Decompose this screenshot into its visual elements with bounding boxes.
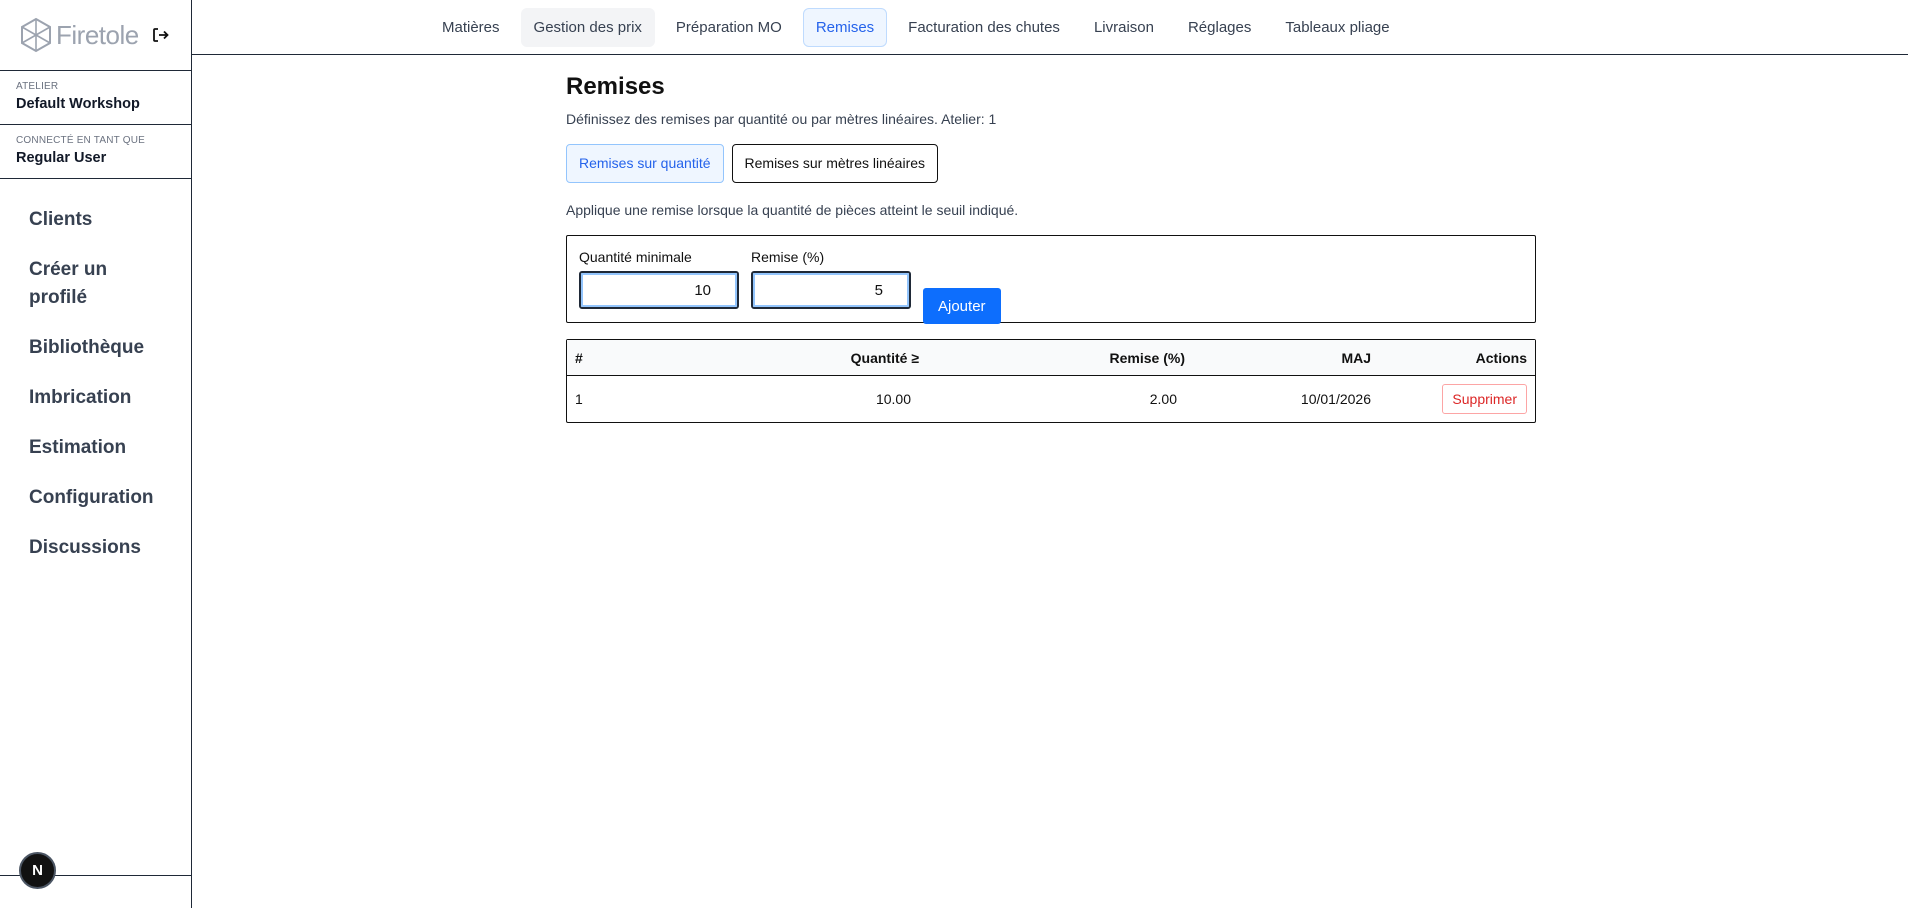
add-discount-form: Quantité minimale Remise (%) Ajouter (566, 235, 1536, 324)
quantity-discounts-button[interactable]: Remises sur quantité (566, 144, 724, 183)
tab-tableaux-pliage[interactable]: Tableaux pliage (1272, 8, 1402, 47)
col-discount: Remise (%) (927, 340, 1193, 376)
add-button[interactable]: Ajouter (923, 288, 1001, 324)
col-id: # (567, 340, 657, 376)
col-actions: Actions (1379, 340, 1535, 376)
section-description: Applique une remise lorsque la quantité … (566, 202, 1019, 218)
sidebar-item-estimation[interactable]: Estimation (0, 423, 190, 473)
delete-button[interactable]: Supprimer (1442, 384, 1527, 414)
page-subtitle: Définissez des remises par quantité ou p… (566, 111, 997, 127)
top-nav: Matières Gestion des prix Préparation MO… (192, 0, 1908, 55)
workshop-label: ATELIER (16, 81, 59, 92)
discount-label: Remise (%) (751, 249, 825, 265)
discount-field: Remise (%) (751, 249, 911, 309)
tab-reglages[interactable]: Réglages (1175, 8, 1264, 47)
user-label: CONNECTÉ EN TANT QUE (16, 135, 146, 146)
workshop-context: ATELIER Default Workshop (0, 71, 191, 125)
tab-livraison[interactable]: Livraison (1081, 8, 1167, 47)
tab-remises[interactable]: Remises (802, 8, 888, 47)
sidebar-item-discussions[interactable]: Discussions (0, 523, 190, 573)
user-context: CONNECTÉ EN TANT QUE Regular User (0, 125, 191, 179)
dev-tools-badge[interactable]: N (19, 852, 56, 889)
sidebar-item-configuration[interactable]: Configuration (0, 473, 190, 523)
sidebar-item-clients[interactable]: Clients (0, 195, 190, 245)
brand-header: Firetole (0, 0, 191, 71)
logout-icon[interactable] (151, 26, 169, 44)
min-qty-field: Quantité minimale (579, 249, 739, 309)
discount-type-switch: Remises sur quantité Remises sur mètres … (566, 144, 1536, 183)
sidebar-item-imbrication[interactable]: Imbrication (0, 373, 190, 423)
discounts-table: # Quantité ≥ Remise (%) MAJ Actions 1 10… (566, 339, 1536, 423)
sidebar-item-creer-profile[interactable]: Créer un profilé (0, 245, 150, 323)
main-content: Remises Définissez des remises par quant… (566, 72, 1536, 423)
page-title: Remises (566, 73, 665, 100)
min-qty-input[interactable] (579, 271, 739, 309)
col-quantity: Quantité ≥ (657, 340, 927, 376)
tab-matieres[interactable]: Matières (429, 8, 513, 47)
table-row: 1 10.00 2.00 10/01/2026 Supprimer (567, 376, 1535, 422)
cell-id: 1 (575, 391, 583, 407)
sidebar-item-bibliotheque[interactable]: Bibliothèque (0, 323, 190, 373)
brand-name: Firetole (56, 19, 139, 50)
workshop-value: Default Workshop (16, 96, 140, 112)
table-header-row: # Quantité ≥ Remise (%) MAJ Actions (567, 340, 1535, 376)
firetole-logo-icon (21, 17, 51, 53)
user-value: Regular User (16, 150, 107, 166)
sidebar: Firetole ATELIER Default Workshop CONNEC… (0, 0, 192, 908)
discount-input[interactable] (751, 271, 911, 309)
tab-gestion-prix[interactable]: Gestion des prix (520, 8, 655, 47)
cell-quantity: 10.00 (875, 391, 911, 407)
cell-discount: 2.00 (1149, 391, 1177, 407)
cell-updated: 10/01/2026 (1300, 391, 1371, 407)
tab-preparation-mo[interactable]: Préparation MO (663, 8, 795, 47)
col-updated: MAJ (1193, 340, 1379, 376)
sidebar-nav: Clients Créer un profilé Bibliothèque Im… (0, 179, 191, 573)
cell-actions: Supprimer (1379, 376, 1535, 422)
min-qty-label: Quantité minimale (579, 249, 692, 265)
settings-tabs: Matières Gestion des prix Préparation MO… (429, 8, 1403, 47)
linear-meter-discounts-button[interactable]: Remises sur mètres linéaires (731, 144, 939, 183)
tab-facturation-chutes[interactable]: Facturation des chutes (895, 8, 1073, 47)
